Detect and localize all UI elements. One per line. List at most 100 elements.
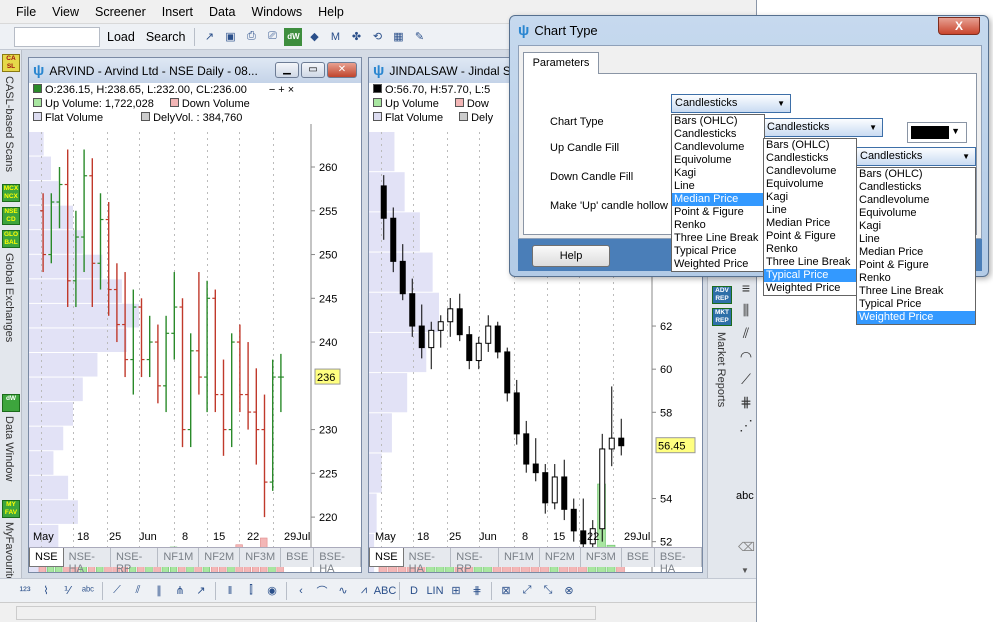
up-fill-dropdown[interactable]: Candlesticks ▼ <box>763 118 883 137</box>
myfav-badge-icon[interactable]: MY FAV <box>2 500 20 518</box>
chart-titlebar[interactable]: ψ ARVIND - Arvind Ltd - NSE Daily - 08..… <box>29 58 361 83</box>
tool-count-icon[interactable]: ⅟ <box>58 582 76 600</box>
dropdown-option[interactable]: Candlevolume <box>764 165 856 178</box>
mcx-badge-icon[interactable]: MCX NCX <box>2 184 20 202</box>
exchange-tab-bse-ha[interactable]: BSE-HA <box>655 548 702 572</box>
tab-parameters[interactable]: Parameters <box>523 52 599 74</box>
tool-abc-icon[interactable]: ᵃᵇᶜ <box>79 582 97 600</box>
dropdown-option[interactable]: Line <box>764 204 856 217</box>
tool-grid-icon[interactable]: ⊞ <box>447 582 465 600</box>
tool-lin-icon[interactable]: LIN <box>426 582 444 600</box>
print-icon[interactable]: ⎙ <box>242 28 260 46</box>
layout-icon[interactable]: ▦ <box>389 28 407 46</box>
dropdown-option[interactable]: Three Line Break <box>857 285 975 298</box>
cas-scans-tab[interactable]: CASL-based Scans <box>3 76 15 172</box>
dropdown-option[interactable]: Candlevolume <box>672 141 764 154</box>
exchange-tab-nse-ha[interactable]: NSE-HA <box>404 548 452 572</box>
tool-pattern-icon[interactable]: ◉ <box>263 582 281 600</box>
dropdown-option[interactable]: Line <box>672 180 764 193</box>
dropdown-option[interactable]: Three Line Break <box>672 232 764 245</box>
gann-tool-icon[interactable]: ⋰ <box>736 417 756 434</box>
tool-wave-label-icon[interactable]: ⩘ <box>355 582 373 600</box>
save-icon[interactable]: ▣ <box>221 28 239 46</box>
exchange-tab-bse[interactable]: BSE <box>622 548 655 567</box>
dropdown-option[interactable]: Equivolume <box>764 178 856 191</box>
tool-fork-icon[interactable]: ⋔ <box>171 582 189 600</box>
print-preview-icon[interactable]: ⎚ <box>263 28 281 46</box>
price-chart[interactable]: 260255250245240236230225220215 <box>29 124 361 573</box>
load-button[interactable]: Load <box>103 30 139 44</box>
myfavourite-tab[interactable]: MyFavourite <box>3 522 15 583</box>
help-button[interactable]: Help <box>532 245 610 267</box>
chart-window-arvind[interactable]: ψ ARVIND - Arvind Ltd - NSE Daily - 08..… <box>28 57 362 573</box>
dropdown-option[interactable]: Median Price <box>764 217 856 230</box>
add-indicator-icon[interactable]: ◆ <box>305 28 323 46</box>
refresh-icon[interactable]: ⟲ <box>368 28 386 46</box>
dropdown-option[interactable]: Kagi <box>764 191 856 204</box>
exchange-tab-nse-ha[interactable]: NSE-HA <box>64 548 111 572</box>
tool-matrix-icon[interactable]: ⋕ <box>468 582 486 600</box>
dropdown-option[interactable]: Typical Price <box>764 269 856 282</box>
tool-cycle-icon[interactable]: ⌒ <box>313 582 331 600</box>
chart-type-dropdown[interactable]: Candlesticks ▼ <box>671 94 791 113</box>
line-tool-icon[interactable]: ≡ <box>736 280 756 296</box>
exchange-tab-nse-rp[interactable]: NSE-RP <box>451 548 499 572</box>
tool-trend-icon[interactable]: ⟋ <box>108 582 126 600</box>
dropdown-option[interactable]: Renko <box>672 219 764 232</box>
dropdown-option[interactable]: Kagi <box>672 167 764 180</box>
market-reports-tab[interactable]: Market Reports <box>715 332 727 407</box>
tool-parallel-icon[interactable]: ∥ <box>150 582 168 600</box>
scan-badge-icon[interactable]: CA SL <box>2 54 20 72</box>
chart-type-dialog[interactable]: ψ Chart Type X Parameters Chart Type Up … <box>509 15 989 325</box>
up-fill-options-list[interactable]: Bars (OHLC) Candlesticks Candlevolume Equiv… <box>763 138 857 296</box>
menu-view[interactable]: View <box>44 5 87 19</box>
dropdown-option[interactable]: Renko <box>764 243 856 256</box>
color-picker[interactable]: ▼ <box>907 122 967 143</box>
arc-tool-icon[interactable]: ◠ <box>736 348 756 365</box>
exchange-tab-nse-rp[interactable]: NSE-RP <box>111 548 159 572</box>
fan-tool-icon[interactable]: ⟋ <box>736 371 756 388</box>
mkt-report-badge-icon[interactable]: MKT REP <box>712 308 732 326</box>
menu-file[interactable]: File <box>8 5 44 19</box>
tool-vertical-icon[interactable]: ‖ <box>221 582 239 600</box>
chart-type-options-list[interactable]: Bars (OHLC) Candlesticks Candlevolume Equiv… <box>671 114 765 272</box>
tool-d-icon[interactable]: D <box>405 582 423 600</box>
scan-icon[interactable]: M <box>326 28 344 46</box>
menu-help[interactable]: Help <box>310 5 352 19</box>
chart-cursor-icon[interactable]: ↗ <box>200 28 218 46</box>
menu-screener[interactable]: Screener <box>87 5 154 19</box>
fib-tool-icon[interactable]: ⫼ <box>736 302 756 319</box>
symbol-input[interactable] <box>14 26 100 47</box>
dropdown-option[interactable]: Point & Figure <box>672 206 764 219</box>
global-exchanges-tab[interactable]: Global Exchanges <box>3 253 15 342</box>
dropdown-option[interactable]: Weighted Price <box>672 258 764 271</box>
tool-text-abc-icon[interactable]: ABC <box>374 582 397 600</box>
menu-insert[interactable]: Insert <box>154 5 201 19</box>
close-button[interactable]: ✕ <box>327 62 357 78</box>
exchange-tab-bse[interactable]: BSE <box>281 548 315 567</box>
data-window-badge-icon[interactable]: dW <box>2 394 20 412</box>
dropdown-option[interactable]: Line <box>857 233 975 246</box>
global-badge-icon[interactable]: GLO BAL <box>2 230 20 248</box>
tool-123-icon[interactable]: ¹²³ <box>16 582 34 600</box>
scroll-down-icon[interactable]: ▼ <box>741 566 749 575</box>
channel-tool-icon[interactable]: ⫽ <box>736 325 756 342</box>
menu-data[interactable]: Data <box>201 5 243 19</box>
tool-wave-icon[interactable]: ⌇ <box>37 582 55 600</box>
dropdown-option[interactable]: Kagi <box>857 220 975 233</box>
dropdown-option[interactable]: Equivolume <box>672 154 764 167</box>
nse-cd-badge-icon[interactable]: NSE CD <box>2 207 20 225</box>
search-button[interactable]: Search <box>142 30 190 44</box>
dropdown-option[interactable]: Median Price <box>672 193 764 206</box>
dialog-titlebar[interactable]: ψ Chart Type <box>518 22 598 39</box>
adv-report-badge-icon[interactable]: ADV REP <box>712 286 732 304</box>
dropdown-option[interactable]: Weighted Price <box>857 311 975 324</box>
dropdown-option[interactable]: Bars (OHLC) <box>857 168 975 181</box>
dialog-close-button[interactable]: X <box>938 17 980 35</box>
minimize-button[interactable]: ▁ <box>275 62 299 78</box>
menu-windows[interactable]: Windows <box>243 5 310 19</box>
tool-crosshair-icon[interactable]: ⊠ <box>497 582 515 600</box>
exchange-tab-nse[interactable]: NSE <box>29 548 64 567</box>
tool-shrink-icon[interactable]: ⤡ <box>539 582 557 600</box>
dropdown-option[interactable]: Point & Figure <box>764 230 856 243</box>
